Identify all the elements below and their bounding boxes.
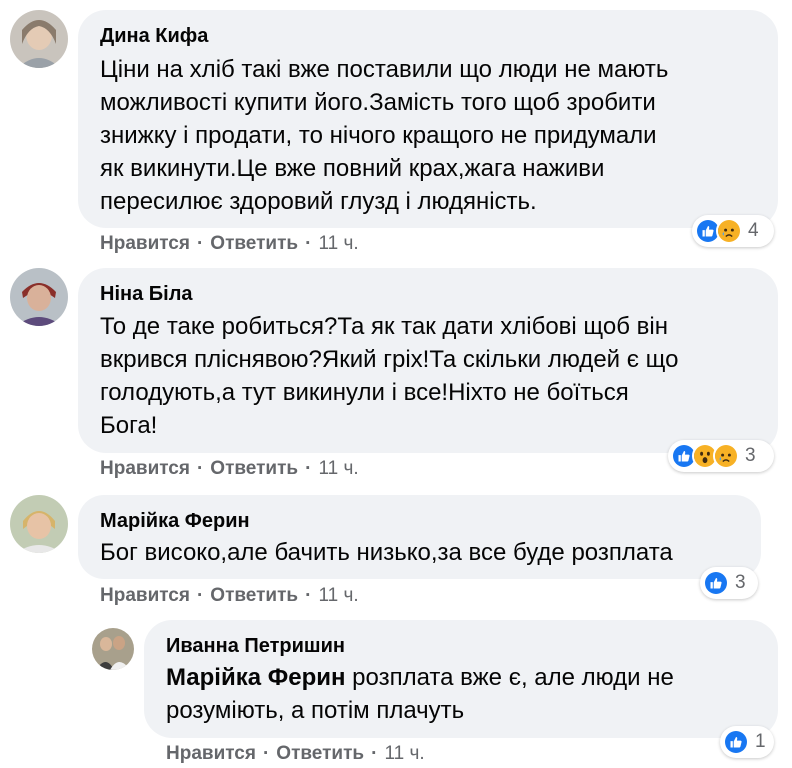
- comment-actions: Нравится · Ответить · 11 ч.: [100, 458, 359, 480]
- comment-text-line: голодують,а тут викинули і все!Ніхто не …: [100, 379, 629, 406]
- comment-timestamp[interactable]: 11 ч.: [318, 458, 358, 480]
- reply-text-line: Марійка Ферин розплата вже є, але люди н…: [166, 661, 674, 694]
- separator-dot: ·: [262, 743, 270, 764]
- reaction-count: 1: [755, 731, 766, 752]
- reaction-count: 4: [748, 220, 759, 241]
- comment-text-line: То де таке робиться?Та як так дати хлібо…: [100, 313, 669, 340]
- reply-text-line: розуміють, а потім плачуть: [166, 697, 465, 724]
- reply-avatar[interactable]: [92, 628, 134, 670]
- like-button[interactable]: Нравится: [100, 233, 190, 255]
- reply-actions: Нравится · Ответить · 11 ч.: [166, 743, 425, 765]
- comment-text-line: Бога!: [100, 412, 158, 439]
- sad-reaction-icon: [716, 218, 742, 244]
- reply-text-fragment: розплата вже є, але люди не: [345, 664, 674, 691]
- comment-actions: Нравится · Ответить · 11 ч.: [100, 585, 359, 607]
- separator-dot: ·: [371, 743, 378, 764]
- comment-author[interactable]: Дина Кифа: [100, 25, 208, 48]
- reactions-summary[interactable]: 1: [720, 726, 774, 758]
- avatar[interactable]: [10, 10, 68, 68]
- separator-dot: ·: [196, 458, 204, 479]
- comment-actions: Нравится · Ответить · 11 ч.: [100, 233, 359, 255]
- comment-text: Ціни на хліб такі вже поставили що люди …: [100, 53, 668, 218]
- reply-button[interactable]: Ответить: [210, 233, 298, 255]
- reply-button[interactable]: Ответить: [276, 743, 364, 765]
- reply-text: Марійка Ферин розплата вже є, але люди н…: [166, 661, 674, 727]
- like-button[interactable]: Нравится: [100, 458, 190, 480]
- comment-text-line: Ціни на хліб такі вже поставили що люди …: [100, 56, 669, 83]
- comment-text-line: пересилює здоровий глузд і людяність.: [100, 188, 537, 215]
- comment-text-line: знижку і продати, то нічого кращого не п…: [100, 122, 657, 149]
- reactions-summary[interactable]: 3: [700, 567, 758, 599]
- reply-button[interactable]: Ответить: [210, 585, 298, 607]
- separator-dot: ·: [305, 458, 312, 479]
- comment-author[interactable]: Марійка Ферин: [100, 510, 250, 533]
- comment-text-line: як викинути.Це вже повний крах,жага нажи…: [100, 155, 605, 182]
- comment-text-line: можливості купити його.Замість того щоб …: [100, 89, 656, 116]
- reactions-summary[interactable]: 4: [692, 215, 774, 247]
- reply-button[interactable]: Ответить: [210, 458, 298, 480]
- comment-text: Бог високо,але бачить низько,за все буде…: [100, 536, 673, 569]
- comment-timestamp[interactable]: 11 ч.: [318, 233, 358, 255]
- comment-timestamp[interactable]: 11 ч.: [318, 585, 358, 607]
- separator-dot: ·: [196, 585, 204, 606]
- reply-author[interactable]: Иванна Петришин: [166, 635, 345, 658]
- reaction-count: 3: [735, 572, 746, 593]
- separator-dot: ·: [305, 233, 312, 254]
- comment-author[interactable]: Ніна Біла: [100, 283, 193, 306]
- separator-dot: ·: [305, 585, 312, 606]
- avatar[interactable]: [10, 268, 68, 326]
- mention-link[interactable]: Марійка Ферин: [166, 664, 345, 691]
- reactions-summary[interactable]: 3: [668, 440, 774, 472]
- like-button[interactable]: Нравится: [166, 743, 256, 765]
- sad-reaction-icon: [713, 443, 739, 469]
- separator-dot: ·: [196, 233, 204, 254]
- comment-timestamp[interactable]: 11 ч.: [384, 743, 424, 765]
- comment-text: То де таке робиться?Та як так дати хлібо…: [100, 310, 678, 442]
- comment-text-line: Бог високо,але бачить низько,за все буде…: [100, 539, 673, 566]
- like-reaction-icon: [723, 729, 749, 755]
- avatar[interactable]: [10, 495, 68, 553]
- like-reaction-icon: [703, 570, 729, 596]
- reaction-count: 3: [745, 445, 756, 466]
- like-button[interactable]: Нравится: [100, 585, 190, 607]
- comment-text-line: вкрився пліснявою?Який гріх!Та скільки л…: [100, 346, 679, 373]
